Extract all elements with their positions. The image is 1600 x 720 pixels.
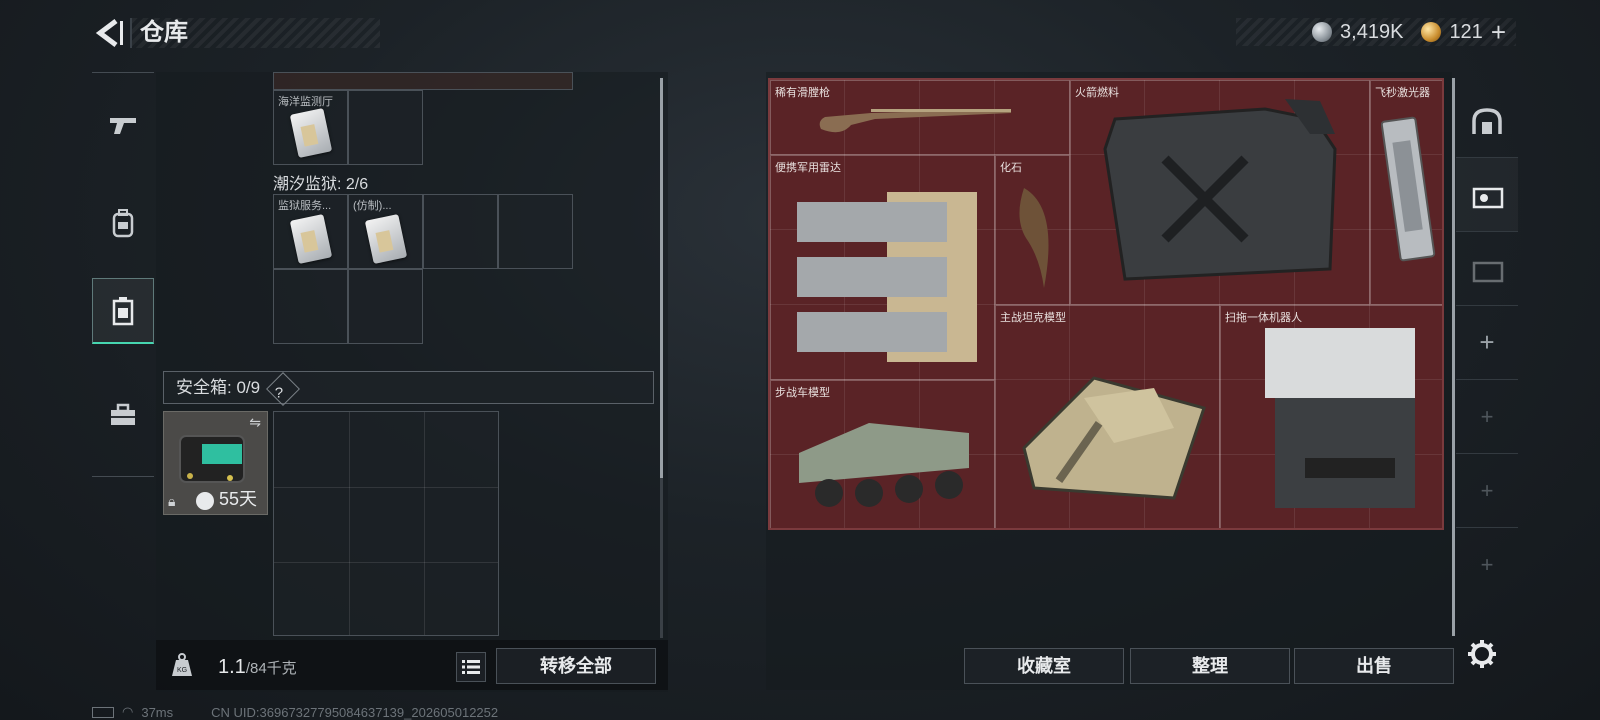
cell-label: 海洋监测厅 xyxy=(278,96,333,108)
weight-value: 1.1 xyxy=(218,656,246,678)
vault-arch-icon xyxy=(1472,107,1502,134)
help-button[interactable]: ? xyxy=(265,371,300,406)
safe-box-item[interactable]: ⇋ 🔒︎ 55天 xyxy=(163,411,268,515)
help-icon: ? xyxy=(274,383,283,401)
category-rail xyxy=(92,72,154,477)
swap-icon[interactable]: ⇋ xyxy=(249,414,261,431)
item-label: 主战坦克模型 xyxy=(1000,312,1066,324)
tab-vault[interactable] xyxy=(1456,84,1518,158)
keycard-icon xyxy=(364,213,408,265)
weight-icon: KG xyxy=(160,643,204,687)
musket-icon xyxy=(819,109,1011,133)
grid-cell-empty[interactable] xyxy=(348,269,423,344)
grid-cell-empty[interactable] xyxy=(348,90,423,165)
collection-room-button[interactable]: 收藏室 xyxy=(964,648,1124,684)
add-tab-button-disabled: + xyxy=(1456,454,1518,528)
backpack-icon xyxy=(112,209,134,238)
item-label: 飞秒激光器 xyxy=(1375,87,1430,99)
ifv-model-icon xyxy=(799,423,969,507)
sell-button[interactable]: 出售 xyxy=(1294,648,1454,684)
toolbox-icon xyxy=(111,403,135,425)
item-label: 化石 xyxy=(1000,162,1022,174)
gold-currency-value: 121 xyxy=(1449,20,1483,43)
container-icon xyxy=(112,296,134,325)
status-bar: ◠ 37ms CN UID:3696732779508463713​9_2026… xyxy=(92,704,498,720)
fossil-claw-icon xyxy=(1019,188,1049,288)
category-weapons[interactable] xyxy=(92,95,154,155)
right-tab-rail: + + + + xyxy=(1456,84,1518,644)
weight-readout: 1.1/84千克 xyxy=(218,656,297,679)
safe-box-label: 安全箱: 0/9 xyxy=(176,378,261,397)
ping-value: 37ms xyxy=(141,704,174,720)
add-currency-button[interactable]: + xyxy=(1491,19,1506,45)
collection-item-musket[interactable]: 稀有滑膛枪 xyxy=(770,80,1070,155)
add-tab-button-disabled: + xyxy=(1480,552,1494,577)
gun-icon xyxy=(110,118,136,134)
collection-item-rocket-fuel[interactable]: 火箭燃料 xyxy=(1070,80,1370,305)
tank-model-icon xyxy=(1022,376,1206,500)
collection-item-tank-model[interactable]: 主战坦克模型 xyxy=(995,305,1220,528)
inventory-scrollbar-thumb[interactable] xyxy=(660,78,663,478)
collection-v-icon xyxy=(1472,261,1504,282)
keycard-icon xyxy=(289,213,333,265)
category-containers[interactable] xyxy=(92,278,154,344)
keycard-icon xyxy=(289,107,333,159)
svg-text:KG: KG xyxy=(177,667,187,674)
tab-collection-iv[interactable] xyxy=(1456,158,1518,232)
gear-icon xyxy=(1468,640,1496,668)
currency-bar: 3,419K 121 + xyxy=(1236,18,1516,46)
tab-collection-v[interactable] xyxy=(1456,232,1518,306)
grid-cell-prison-2[interactable]: (仿制)... xyxy=(348,194,423,269)
safe-box-icon xyxy=(179,435,245,483)
collection-item-ifv-model[interactable]: 步战车模型 xyxy=(770,380,995,528)
group-title: 潮汐监狱: 2/6 xyxy=(273,176,369,193)
collection-item-fossil[interactable]: 化石 xyxy=(995,155,1070,305)
add-tab-button[interactable]: + xyxy=(1456,306,1518,380)
category-gear[interactable] xyxy=(92,193,154,253)
lock-icon: 🔒︎ xyxy=(168,493,176,509)
category-tools[interactable] xyxy=(92,385,154,445)
radar-icon xyxy=(797,192,977,362)
back-arrow-icon xyxy=(95,19,123,47)
grid-cell-prison-1[interactable]: 监狱服务... xyxy=(273,194,348,269)
grid-row-partial xyxy=(273,72,573,90)
collection-item-portable-radar[interactable]: 便携军用雷达 xyxy=(770,155,995,380)
safe-box-grid xyxy=(273,411,499,636)
cell-label: (仿制)... xyxy=(353,200,392,212)
collection-iv-icon xyxy=(1472,187,1504,208)
collection-grid: 稀有滑膛枪 火箭燃料 飞秒激光器 便携军用雷达 化石 主战坦克模型 扫拖一体机器… xyxy=(768,78,1444,530)
back-button[interactable] xyxy=(92,18,126,48)
clock-icon xyxy=(196,492,214,510)
list-icon xyxy=(462,660,480,674)
laser-device-icon xyxy=(1381,116,1436,262)
collection-item-femtosecond-laser[interactable]: 飞秒激光器 xyxy=(1370,80,1442,305)
grid-cell-ocean[interactable]: 海洋监测厅 xyxy=(273,90,348,165)
silver-currency-value: 3,419K xyxy=(1340,20,1404,43)
list-view-button[interactable] xyxy=(456,652,486,682)
cell-label: 监狱服务... xyxy=(278,200,332,212)
gold-coin-icon xyxy=(1421,22,1442,42)
grid-cell-empty[interactable] xyxy=(498,194,573,269)
weight-max: /84千克 xyxy=(245,660,297,677)
add-tab-button-disabled: + xyxy=(1456,380,1518,454)
organize-button[interactable]: 整理 xyxy=(1130,648,1290,684)
item-label: 便携军用雷达 xyxy=(775,162,841,174)
settings-button[interactable] xyxy=(1462,634,1502,674)
silver-coin-icon xyxy=(1312,22,1333,42)
fuel-canister-icon xyxy=(1103,99,1337,281)
grid-cell-empty[interactable] xyxy=(423,194,498,269)
uid-text: CN UID:3696732779508463713​9_20260501225… xyxy=(211,704,499,720)
collection-item-robot-vacuum[interactable]: 扫拖一体机器人 xyxy=(1220,305,1442,528)
safe-box-header: 安全箱: 0/9 ? xyxy=(163,371,654,406)
page-title: 仓库 xyxy=(140,19,188,46)
expiry-timer: 55天 xyxy=(219,489,258,509)
grid-cell-empty[interactable] xyxy=(273,269,348,344)
transfer-all-button[interactable]: 转移全部 xyxy=(496,648,656,684)
collection-scrollbar[interactable] xyxy=(1452,78,1455,636)
robot-vacuum-icon xyxy=(1265,328,1415,508)
wifi-icon: ◠ xyxy=(122,704,134,719)
battery-icon xyxy=(92,706,114,718)
